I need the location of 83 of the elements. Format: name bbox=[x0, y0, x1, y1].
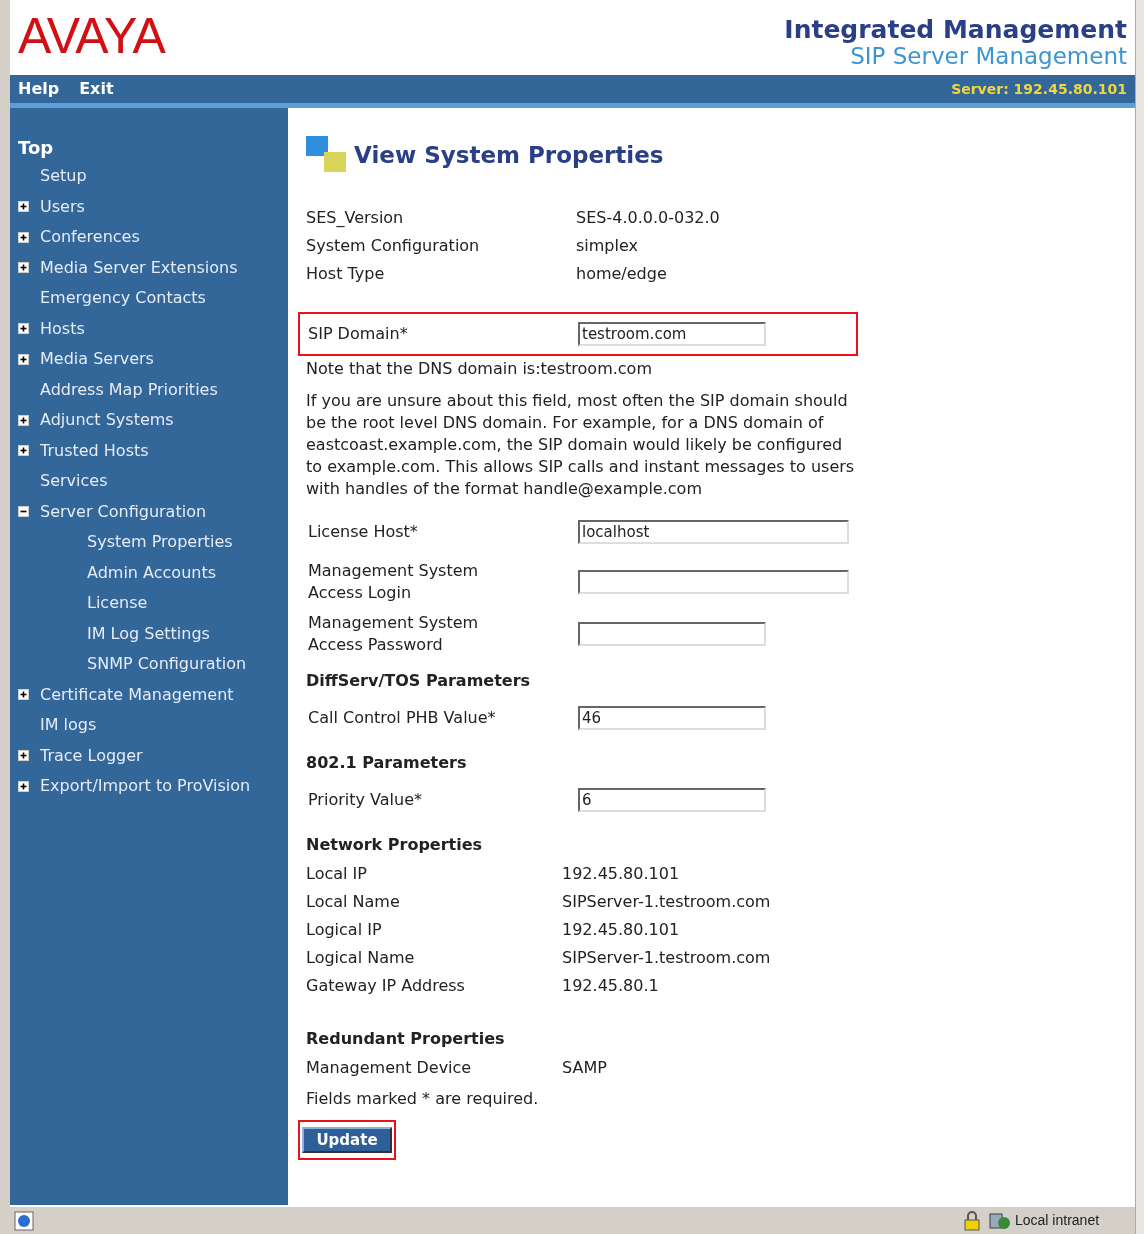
property-label: Local IP bbox=[306, 863, 368, 885]
sidebar-link[interactable]: Certificate Management bbox=[40, 682, 234, 707]
sidebar-link[interactable]: Services bbox=[40, 469, 108, 494]
sidebar-link[interactable]: System Properties bbox=[87, 530, 233, 555]
sidebar-link[interactable]: Hosts bbox=[40, 316, 85, 341]
squares-icon bbox=[306, 136, 346, 174]
property-label: Host Type bbox=[306, 263, 386, 285]
sidebar-link[interactable]: Media Server Extensions bbox=[40, 255, 238, 280]
property-value: home/edge bbox=[576, 263, 667, 285]
property-value: SAMP bbox=[562, 1057, 607, 1079]
property-value: 192.45.80.101 bbox=[562, 919, 680, 941]
expand-icon[interactable] bbox=[18, 323, 29, 335]
page-title: View System Properties bbox=[354, 140, 664, 170]
update-button[interactable]: Update bbox=[302, 1127, 392, 1153]
sidebar-link[interactable]: Admin Accounts bbox=[87, 560, 216, 585]
sidebar-link[interactable]: Emergency Contacts bbox=[40, 286, 206, 311]
property-label: Gateway IP Address bbox=[306, 975, 466, 997]
sidebar-link[interactable]: Address Map Priorities bbox=[40, 377, 218, 402]
property-label: Management Device bbox=[306, 1057, 473, 1079]
property-value: 192.45.80.1 bbox=[562, 975, 659, 997]
app-title: Integrated Management bbox=[784, 16, 1127, 44]
note-text: Note that the DNS domain is:testroom.com bbox=[306, 358, 653, 380]
lock-icon bbox=[963, 1210, 981, 1231]
sidebar-link[interactable]: IM Log Settings bbox=[87, 621, 210, 646]
property-label: Logical IP bbox=[306, 919, 383, 941]
menu-link[interactable]: Exit bbox=[79, 77, 114, 101]
sidebar-link[interactable]: Adjunct Systems bbox=[40, 408, 174, 433]
property-label: SES_Version bbox=[306, 207, 405, 229]
note-text: If you are unsure about this field, most often the SIP domain should be the root level DNS domain. For example, for a DNS domain of eastcoast.example.com, the SIP domain would likely be configured to example.com. This allows SIP calls and instant messages to users with handles of the format handle@example.com bbox=[306, 390, 856, 500]
input-field[interactable] bbox=[578, 570, 849, 594]
expand-icon[interactable] bbox=[18, 780, 29, 792]
field-label: License Host* bbox=[308, 521, 419, 543]
browser-page-icon bbox=[14, 1210, 34, 1231]
expand-icon[interactable] bbox=[18, 353, 29, 365]
expand-icon[interactable] bbox=[18, 414, 29, 426]
section-heading: Redundant Properties bbox=[306, 1028, 506, 1050]
expand-icon[interactable] bbox=[18, 689, 29, 701]
sidebar-link[interactable]: Conferences bbox=[40, 225, 140, 250]
expand-icon[interactable] bbox=[18, 750, 29, 762]
sidebar-link[interactable]: License bbox=[87, 591, 148, 616]
sidebar-link[interactable]: Export/Import to ProVision bbox=[40, 774, 251, 799]
logo: AVAYA bbox=[18, 8, 165, 64]
sidebar-link[interactable]: Users bbox=[40, 194, 85, 219]
property-label: Local Name bbox=[306, 891, 401, 913]
field-label: Management System Access Login bbox=[308, 560, 480, 604]
field-label: Management System Access Password bbox=[308, 612, 480, 656]
property-value: SES-4.0.0.0-032.0 bbox=[576, 207, 720, 229]
expand-icon[interactable] bbox=[18, 231, 29, 243]
property-value: simplex bbox=[576, 235, 638, 257]
sidebar-link[interactable]: Server Configuration bbox=[40, 499, 207, 524]
app-subtitle: SIP Server Management bbox=[850, 44, 1127, 69]
note-text: Fields marked * are required. bbox=[306, 1088, 540, 1110]
property-value: 192.45.80.101 bbox=[562, 863, 680, 885]
security-zone: Local intranet bbox=[1015, 1211, 1101, 1230]
sidebar-link[interactable]: Setup bbox=[40, 164, 87, 189]
expand-icon[interactable] bbox=[18, 262, 29, 274]
property-value: SIPServer-1.testroom.com bbox=[562, 891, 771, 913]
sidebar-link[interactable]: Media Servers bbox=[40, 347, 154, 372]
expand-icon[interactable] bbox=[18, 201, 29, 213]
sidebar-link[interactable]: SNMP Configuration bbox=[87, 652, 247, 677]
property-label: System Configuration bbox=[306, 235, 481, 257]
intranet-icon bbox=[989, 1210, 1011, 1231]
input-field[interactable]: 6 bbox=[578, 788, 766, 812]
section-heading: 802.1 Parameters bbox=[306, 752, 468, 774]
input-field[interactable]: 46 bbox=[578, 706, 766, 730]
property-value: SIPServer-1.testroom.com bbox=[562, 947, 771, 969]
collapse-icon[interactable] bbox=[18, 506, 29, 518]
property-label: Logical Name bbox=[306, 947, 416, 969]
field-label: Priority Value* bbox=[308, 789, 423, 811]
field-label: Call Control PHB Value* bbox=[308, 707, 497, 729]
expand-icon[interactable] bbox=[18, 445, 29, 457]
section-heading: Network Properties bbox=[306, 834, 484, 856]
sidebar-link[interactable]: Trusted Hosts bbox=[40, 438, 149, 463]
input-field[interactable] bbox=[578, 622, 766, 646]
input-field[interactable]: testroom.com bbox=[578, 322, 766, 346]
menu-link[interactable]: Help bbox=[18, 77, 60, 101]
section-heading: DiffServ/TOS Parameters bbox=[306, 670, 532, 692]
input-field[interactable]: localhost bbox=[578, 520, 849, 544]
field-label: SIP Domain* bbox=[308, 323, 409, 345]
sidebar-link[interactable]: Trace Logger bbox=[40, 743, 143, 768]
sidebar-heading-link[interactable]: Top bbox=[18, 136, 288, 160]
sidebar-link[interactable]: IM logs bbox=[40, 713, 97, 738]
server-address: Server: 192.45.80.101 bbox=[951, 79, 1127, 99]
